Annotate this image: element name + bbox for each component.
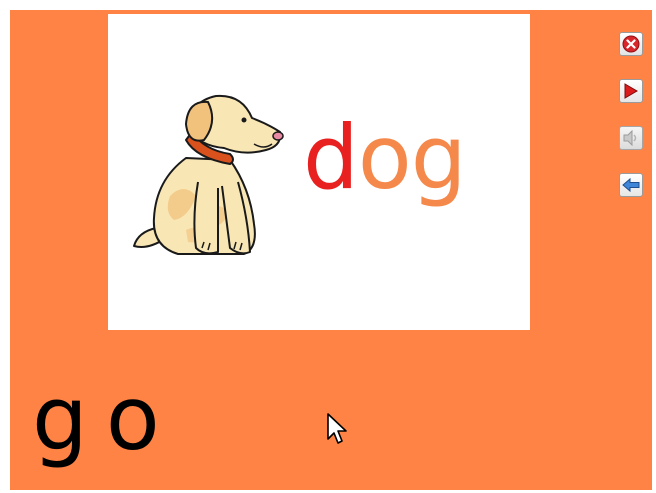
dog-illustration (133, 94, 284, 255)
word-rest-letters: og (357, 106, 467, 209)
play-icon (624, 83, 638, 99)
side-toolbar (619, 32, 649, 212)
play-button[interactable] (619, 79, 643, 103)
sound-icon (623, 130, 637, 146)
word-card: dog (108, 14, 530, 330)
close-icon (622, 35, 640, 53)
activity-stage: dog go (10, 10, 652, 490)
word-first-letter: d (303, 106, 359, 209)
back-button[interactable] (619, 173, 643, 197)
sound-button[interactable] (619, 126, 643, 150)
back-arrow-icon (622, 177, 640, 193)
mouse-cursor-icon (327, 413, 347, 444)
answer-word: go (32, 367, 178, 470)
word-label: dog (303, 114, 467, 202)
close-button[interactable] (619, 32, 643, 56)
